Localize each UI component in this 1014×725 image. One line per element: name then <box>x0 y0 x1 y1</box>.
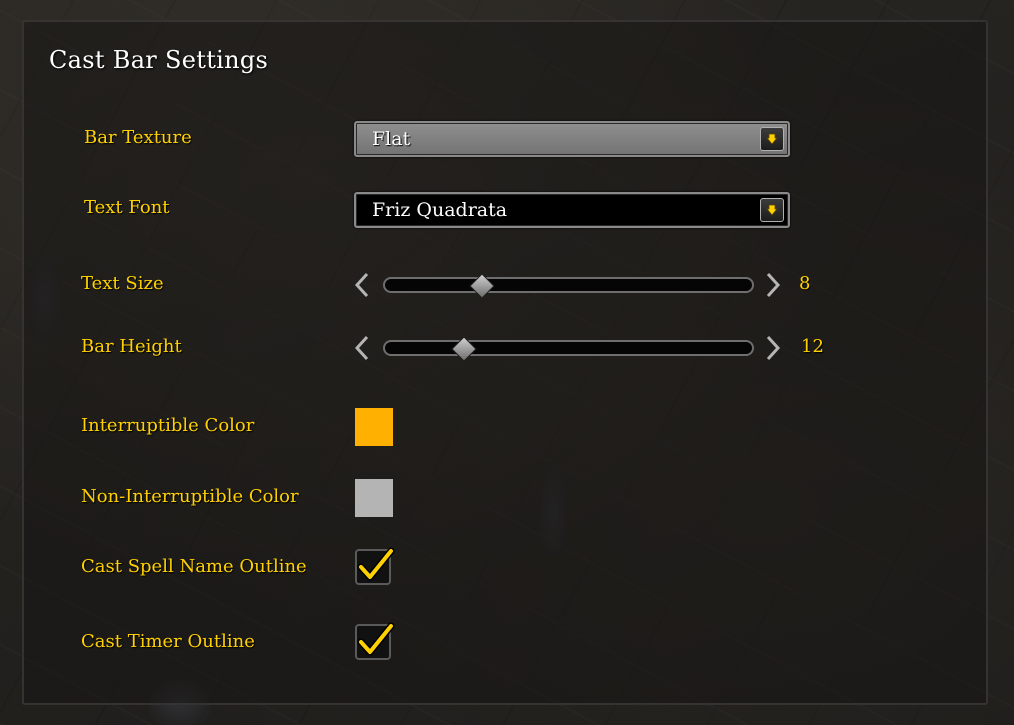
panel-title: Cast Bar Settings <box>49 46 269 74</box>
text-size-label: Text Size <box>81 273 164 294</box>
bar-height-slider[interactable] <box>383 340 754 356</box>
bar-height-value: 12 <box>801 336 824 357</box>
text-size-slider[interactable] <box>383 277 754 293</box>
text-font-label: Text Font <box>84 197 170 218</box>
chevron-right-icon[interactable] <box>764 335 782 365</box>
chevron-right-icon[interactable] <box>764 272 782 302</box>
bar-texture-label: Bar Texture <box>84 127 192 148</box>
non-interruptible-color-swatch[interactable] <box>355 479 393 517</box>
text-size-value: 8 <box>799 273 811 294</box>
interruptible-color-swatch[interactable] <box>355 408 393 446</box>
cast-timer-outline-label: Cast Timer Outline <box>81 631 255 652</box>
text-font-value: Friz Quadrata <box>372 199 508 221</box>
cast-timer-outline-checkbox[interactable] <box>355 622 395 660</box>
bar-texture-value: Flat <box>372 128 411 150</box>
chevron-down-icon[interactable] <box>760 198 784 222</box>
checkmark-icon <box>357 547 395 581</box>
bar-height-label: Bar Height <box>81 336 182 357</box>
text-font-dropdown[interactable]: Friz Quadrata <box>354 192 790 228</box>
bar-texture-dropdown[interactable]: Flat <box>354 121 790 157</box>
chevron-left-icon[interactable] <box>353 272 371 302</box>
interruptible-color-label: Interruptible Color <box>81 415 255 436</box>
cast-spell-name-outline-label: Cast Spell Name Outline <box>81 556 307 577</box>
cast-spell-name-outline-checkbox[interactable] <box>355 547 395 585</box>
chevron-down-icon[interactable] <box>760 127 784 151</box>
non-interruptible-color-label: Non-Interruptible Color <box>81 486 299 507</box>
checkmark-icon <box>357 622 395 656</box>
chevron-left-icon[interactable] <box>353 335 371 365</box>
